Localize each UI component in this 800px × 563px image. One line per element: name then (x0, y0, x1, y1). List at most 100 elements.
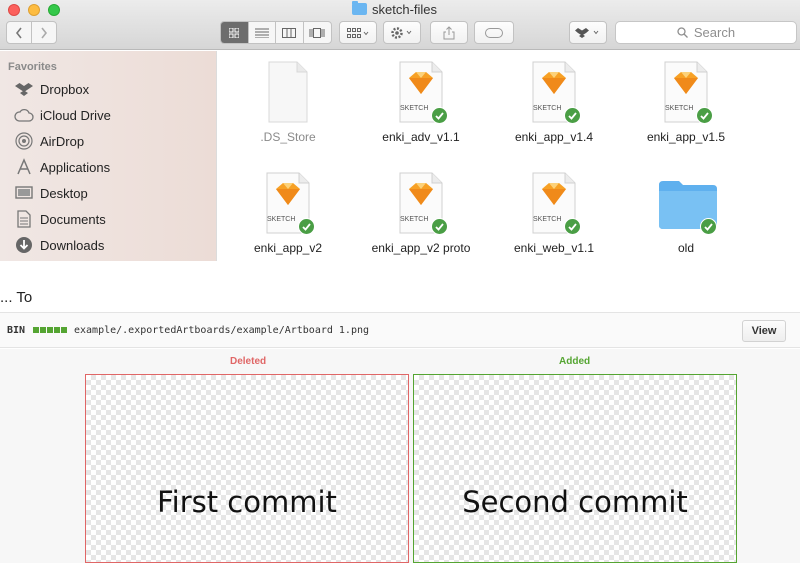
sidebar-item-label: Documents (40, 211, 106, 227)
sidebar-item-icloud-drive[interactable]: iCloud Drive (14, 104, 111, 126)
cloud-icon (14, 106, 34, 124)
icon-view-button[interactable] (221, 22, 249, 43)
nav-buttons (6, 21, 57, 44)
sidebar-item-dropbox[interactable]: Dropbox (14, 78, 89, 100)
file-name: .DS_Store (260, 130, 316, 144)
chevron-left-icon (15, 27, 22, 38)
sidebar-heading: Favorites (8, 61, 57, 73)
file-item[interactable]: SKETCH enki_app_v1.5 (616, 60, 756, 144)
sketch-file-icon: SKETCH (392, 60, 450, 124)
file-item[interactable]: SKETCH enki_web_v1.1 (484, 171, 624, 255)
arrange-button[interactable] (339, 21, 377, 44)
search-placeholder: Search (693, 25, 736, 40)
file-name: enki_web_v1.1 (513, 241, 595, 255)
compare-heading: ... To (0, 289, 33, 306)
sync-check-icon (700, 218, 717, 235)
deleted-label: Deleted (230, 356, 267, 367)
file-item[interactable]: .DS_Store (218, 60, 358, 144)
sketch-label: SKETCH (533, 216, 562, 223)
file-item[interactable]: SKETCH enki_adv_v1.1 (351, 60, 491, 144)
file-name: enki_app_v1.4 (514, 130, 594, 144)
file-name: old (677, 241, 694, 255)
file-item[interactable]: old (616, 171, 756, 255)
sidebar-item-label: Downloads (40, 237, 105, 253)
tags-button[interactable] (474, 21, 514, 44)
added-label: Added (559, 356, 591, 367)
gear-icon (391, 26, 412, 39)
file-item[interactable]: SKETCH enki_app_v2 proto (351, 171, 491, 255)
share-icon (443, 25, 455, 39)
applications-icon (14, 158, 34, 176)
sync-check-icon (431, 107, 448, 124)
file-browser: .DS_Store SKETCH enki_adv_v1.1 SKETCH en… (218, 51, 800, 261)
sketch-file-icon: SKETCH (392, 171, 450, 235)
sync-check-icon (564, 107, 581, 124)
list-icon (254, 28, 269, 38)
sidebar-item-label: Applications (40, 159, 111, 175)
sketch-file-icon: SKETCH (525, 171, 583, 235)
close-window-button[interactable] (8, 4, 20, 16)
sketch-label: SKETCH (400, 216, 429, 223)
sync-check-icon (298, 218, 315, 235)
sketch-label: SKETCH (533, 105, 562, 112)
file-name: enki_adv_v1.1 (382, 130, 460, 144)
sketch-file-icon: SKETCH (525, 60, 583, 124)
minimize-window-button[interactable] (28, 4, 40, 16)
deleted-image-text: First commit (157, 485, 337, 519)
forward-button[interactable] (32, 22, 56, 43)
dropbox-icon (575, 27, 599, 38)
sync-check-icon (696, 107, 713, 124)
list-view-button[interactable] (249, 22, 276, 43)
column-view-button[interactable] (276, 22, 304, 43)
sketch-file-icon: SKETCH (259, 171, 317, 235)
folder-icon (352, 1, 367, 15)
action-button[interactable] (383, 21, 421, 44)
sidebar-item-desktop[interactable]: Desktop (14, 182, 88, 204)
file-name: enki_app_v2 proto (371, 241, 471, 255)
window-title-text: sketch-files (372, 1, 438, 17)
added-image-panel: Second commit (413, 374, 737, 563)
cover-flow-button[interactable] (304, 22, 331, 43)
documents-icon (14, 210, 34, 228)
file-path[interactable]: example/.exportedArtboards/example/Artbo… (74, 325, 369, 336)
sidebar: Favorites Dropbox iCloud Drive AirDrop A… (0, 51, 217, 261)
sketch-label: SKETCH (267, 216, 296, 223)
file-name: enki_app_v1.5 (646, 130, 726, 144)
sketch-label: SKETCH (665, 105, 694, 112)
sidebar-item-downloads[interactable]: Downloads (14, 234, 104, 256)
file-name: enki_app_v2 (253, 241, 323, 255)
downloads-icon (14, 236, 34, 254)
search-icon (677, 27, 688, 38)
zoom-window-button[interactable] (48, 4, 60, 16)
file-item[interactable]: SKETCH enki_app_v2 (218, 171, 358, 255)
sidebar-item-documents[interactable]: Documents (14, 208, 106, 230)
folder-icon (657, 171, 717, 235)
view-mode-control (220, 21, 332, 44)
added-image-text: Second commit (462, 485, 688, 519)
window-title: sketch-files (352, 1, 437, 17)
sidebar-item-label: Dropbox (40, 81, 90, 97)
finder-window: sketch-files Search Favorites Dropbox iC… (0, 0, 800, 261)
columns-icon (282, 27, 297, 38)
cover-flow-icon (309, 27, 325, 38)
desktop-icon (14, 184, 34, 202)
sidebar-item-label: Desktop (40, 185, 88, 201)
dropbox-menu-button[interactable] (569, 21, 607, 44)
view-button[interactable]: View (742, 320, 786, 342)
file-item[interactable]: SKETCH enki_app_v1.4 (484, 60, 624, 144)
grid-icon (229, 27, 240, 38)
sidebar-item-airdrop[interactable]: AirDrop (14, 130, 84, 152)
search-field[interactable]: Search (615, 21, 797, 44)
sketch-file-icon: SKETCH (657, 60, 715, 124)
diffstat-blocks (33, 327, 67, 333)
back-button[interactable] (7, 22, 32, 43)
sidebar-item-label: AirDrop (40, 133, 85, 149)
binary-label: BIN (7, 325, 26, 336)
diff-file-header: BIN example/.exportedArtboards/example/A… (0, 312, 800, 348)
tag-icon (485, 27, 503, 38)
sidebar-item-applications[interactable]: Applications (14, 156, 110, 178)
share-button[interactable] (430, 21, 468, 44)
sync-check-icon (564, 218, 581, 235)
sketch-label: SKETCH (400, 105, 429, 112)
sidebar-item-label: iCloud Drive (40, 107, 111, 123)
